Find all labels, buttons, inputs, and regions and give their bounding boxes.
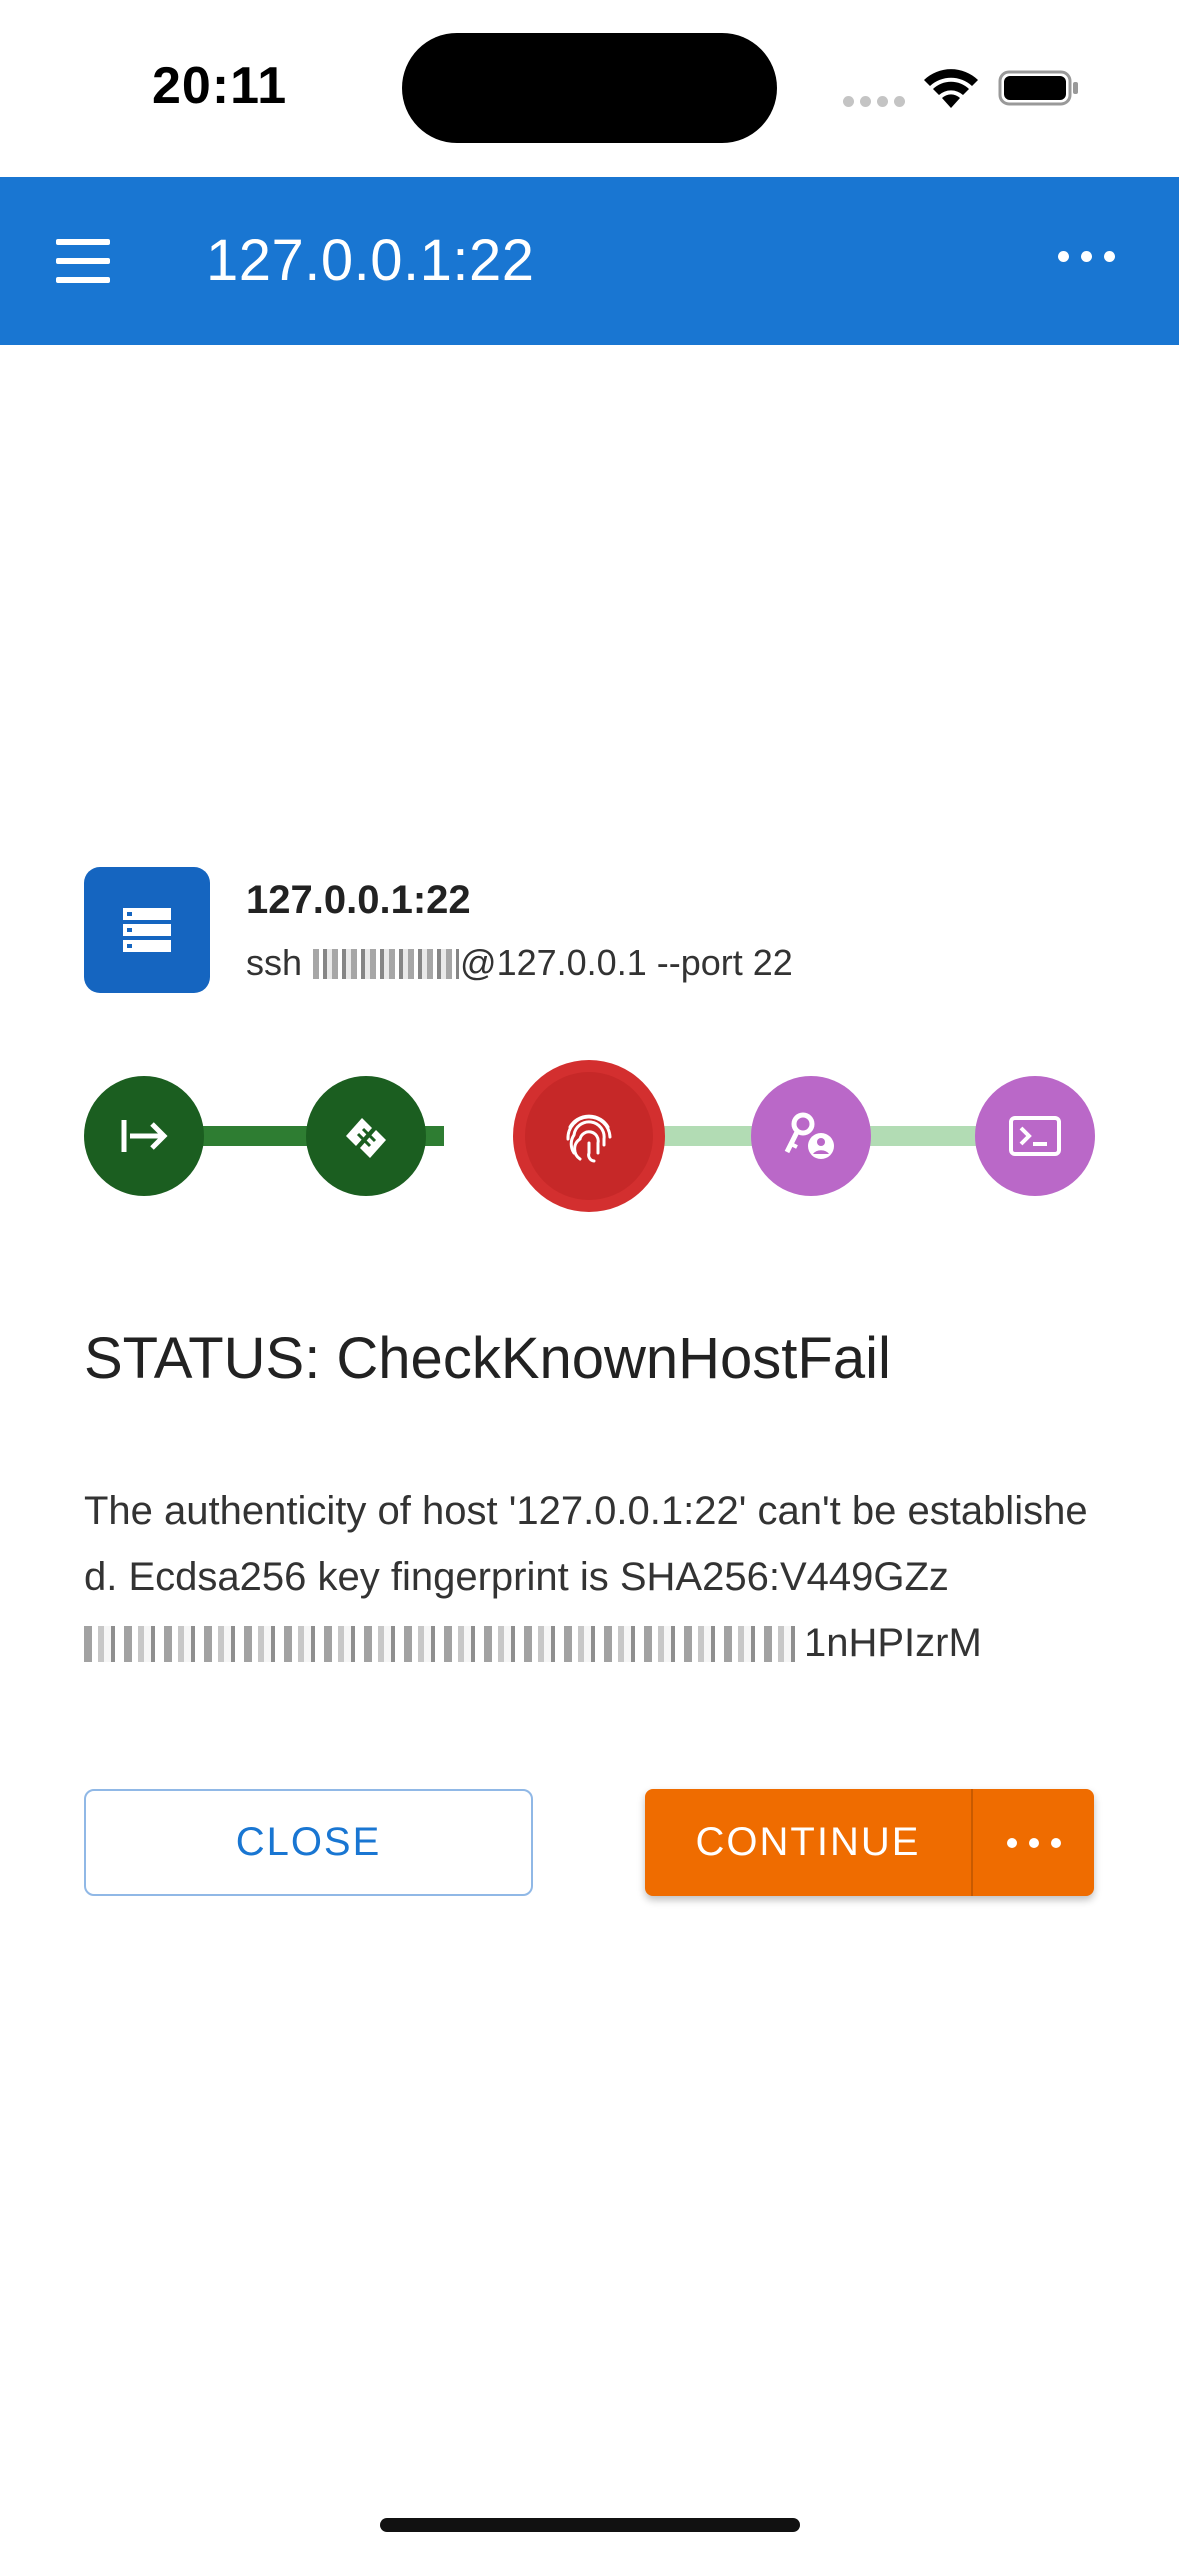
- continue-more-icon[interactable]: [973, 1789, 1094, 1896]
- login-arrow-icon: [121, 1120, 168, 1152]
- redacted-username: [313, 949, 460, 979]
- continue-button[interactable]: CONTINUE: [645, 1789, 973, 1896]
- app-title: 127.0.0.1:22: [206, 228, 535, 293]
- dynamic-island: [402, 33, 777, 143]
- step-auth: [751, 1076, 871, 1196]
- status-message-text: The authenticity of host '127.0.0.1:22' …: [84, 1489, 1088, 1599]
- step-connect: [84, 1076, 204, 1196]
- status-bar: 20:11: [0, 0, 1179, 177]
- status-title: STATUS: CheckKnownHostFail: [84, 1326, 891, 1391]
- fingerprint-icon: [566, 1114, 612, 1163]
- host-command: ssh @127.0.0.1 --port 22: [246, 942, 793, 984]
- step-known-host: [513, 1060, 665, 1212]
- step-handshake: [306, 1076, 426, 1196]
- hamburger-menu-icon[interactable]: [56, 239, 110, 283]
- battery-icon: [998, 70, 1078, 106]
- step-terminal: [975, 1076, 1095, 1196]
- server-icon: [84, 867, 210, 993]
- close-button[interactable]: CLOSE: [84, 1789, 533, 1896]
- connection-steps: [0, 1060, 1179, 1212]
- status-time: 20:11: [152, 57, 288, 115]
- app-bar: 127.0.0.1:22: [0, 177, 1179, 345]
- host-command-suffix: @127.0.0.1 --port 22: [460, 942, 793, 983]
- status-message: The authenticity of host '127.0.0.1:22' …: [84, 1478, 1104, 1676]
- continue-button-group: CONTINUE: [645, 1789, 1094, 1896]
- key-user-icon: [784, 1112, 834, 1159]
- wifi-icon: [924, 69, 978, 108]
- status-message-tail: 1nHPIzrM: [804, 1621, 982, 1665]
- redacted-fingerprint: [84, 1626, 804, 1662]
- host-name: 127.0.0.1:22: [246, 878, 471, 922]
- handshake-icon: [346, 1118, 386, 1158]
- terminal-icon: [1009, 1116, 1061, 1156]
- cellular-signal-icon: [843, 96, 905, 107]
- home-indicator: [380, 2518, 800, 2532]
- more-horizontal-icon[interactable]: [1058, 251, 1115, 262]
- host-command-prefix: ssh: [246, 942, 303, 983]
